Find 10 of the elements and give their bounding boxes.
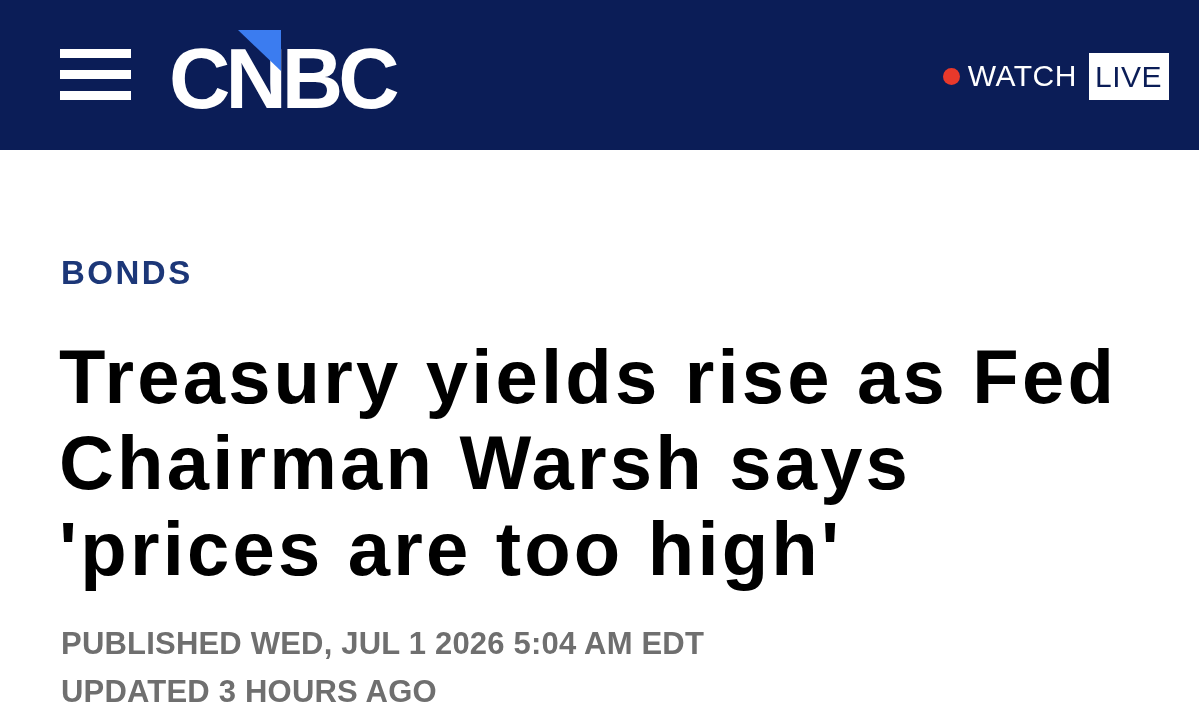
headline: Treasury yields rise as Fed Chairman Warsh says 'prices are too high' (59, 334, 1119, 592)
updated-time: UPDATED 3 HOURS AGO (61, 673, 437, 711)
watch-live-link[interactable]: WATCH LIVE (942, 52, 1169, 100)
section-link[interactable]: BONDS (61, 254, 193, 292)
menu-button[interactable] (60, 48, 131, 100)
menu-icon (60, 48, 131, 100)
live-badge: LIVE (1088, 52, 1169, 100)
live-dot-icon (942, 67, 960, 85)
published-time: PUBLISHED WED, JUL 1 2026 5:04 AM EDT (61, 625, 705, 663)
logo-link[interactable]: CNBC (169, 35, 401, 121)
